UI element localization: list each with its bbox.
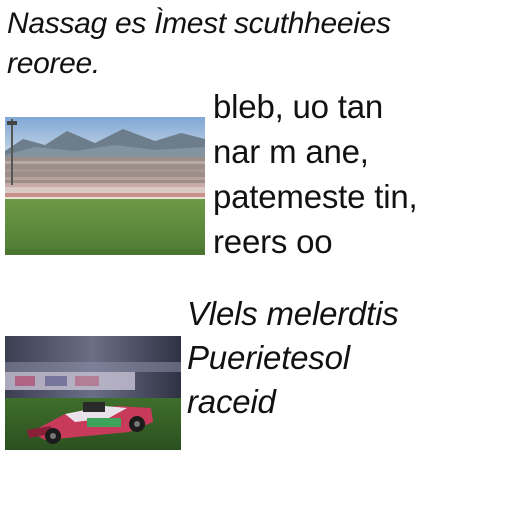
stadium-track-photo[interactable] xyxy=(5,117,205,255)
race-car-photo-image xyxy=(5,336,181,450)
story-1-caption: bleb, uo tan nar m ane, patemeste tin, r… xyxy=(213,84,508,264)
story-2-caption-line: raceid xyxy=(187,383,276,420)
story-2-caption-line: Puerietesol xyxy=(187,339,350,376)
race-car-photo[interactable] xyxy=(5,336,181,450)
story-2-caption: Vlels melerdtis Puerietesol raceid xyxy=(187,292,507,424)
story-1-caption-line: patemeste tin, xyxy=(213,178,418,215)
headline-line-1: Nassag es Ìmest scuthheeies xyxy=(7,7,391,40)
story-1-caption-line: bleb, uo tan xyxy=(213,88,384,125)
story-1-caption-line: nar m ane, xyxy=(213,133,369,170)
headline-line-2: reoree. xyxy=(7,47,100,80)
stadium-track-photo-image xyxy=(5,117,205,255)
headline: Nassag es Ìmest scuthheeies reoree. xyxy=(7,4,507,84)
story-2-caption-line: Vlels melerdtis xyxy=(187,295,399,332)
story-1-caption-line: reers oo xyxy=(213,223,333,260)
